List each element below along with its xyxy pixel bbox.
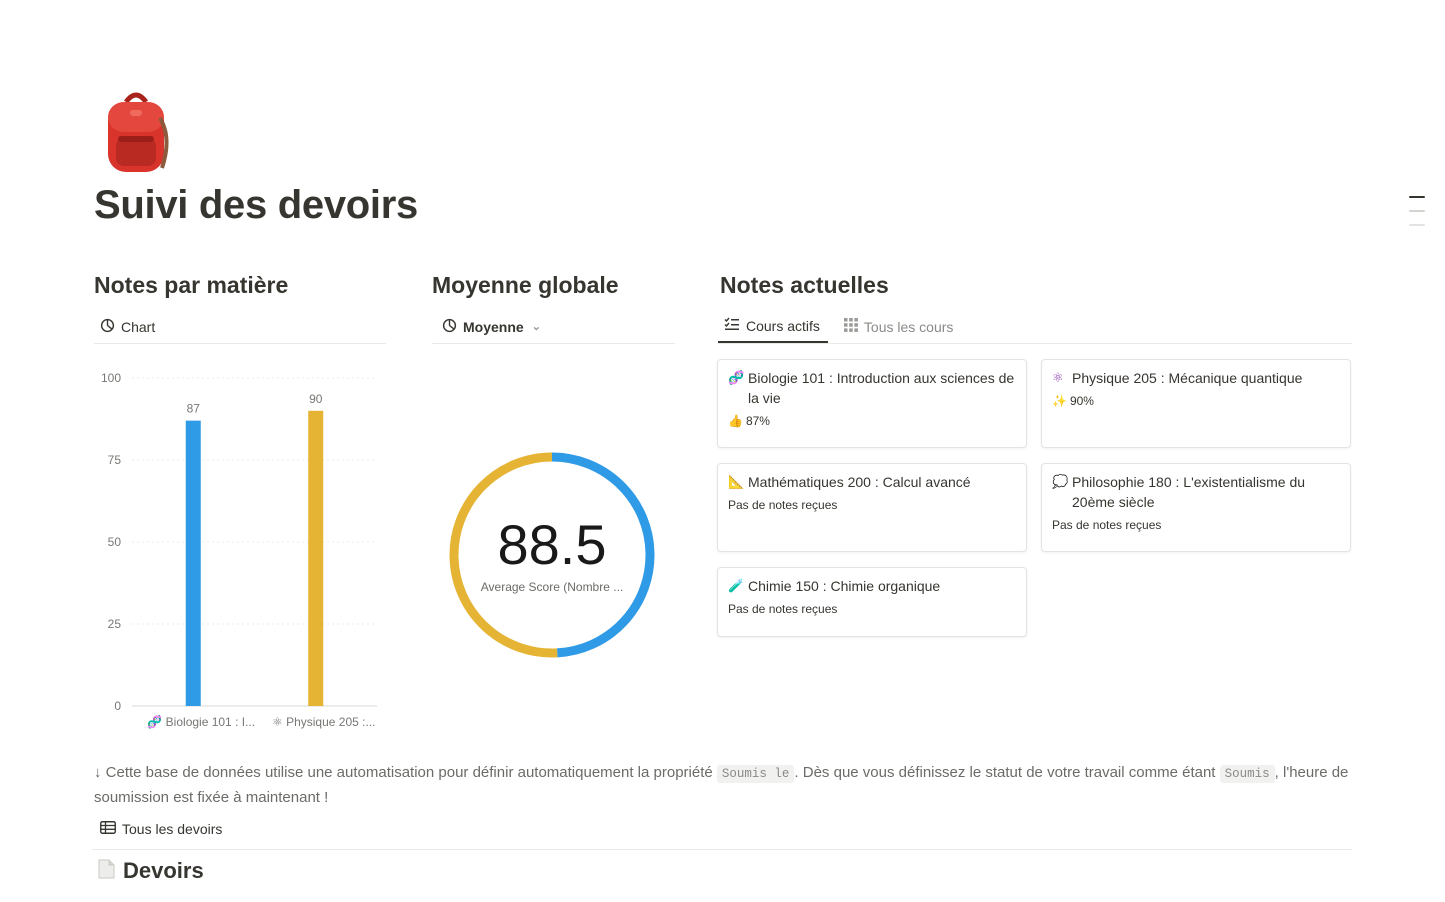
database-view-label: Tous les devoirs [122, 821, 223, 837]
chart-icon [100, 318, 115, 336]
section-heading: Moyenne globale [432, 272, 619, 298]
property-code: Soumis le [716, 765, 795, 783]
x-tick-label: ⚛ Physique 205 :... [272, 715, 375, 729]
tab-cours-actifs[interactable]: Cours actifs [718, 310, 828, 343]
course-card-physique[interactable]: ⚛ Physique 205 : Mécanique quantique ✨ 90% [1041, 359, 1351, 448]
bar-chart: 0 25 50 75 100 87 🧬 Biologie 101 : I... 90 ⚛ Phy… [101, 371, 377, 729]
page-title: Suivi des devoirs [94, 183, 418, 227]
course-card-philosophie[interactable]: 💭 Philosophie 180 : L'existentialisme du … [1041, 463, 1351, 552]
atom-icon: ⚛ [1052, 370, 1064, 385]
chart-icon [442, 318, 457, 336]
course-grade: 87% [745, 414, 770, 428]
sparkles-icon: ✨ [1052, 394, 1067, 408]
bar-value-label: 87 [187, 402, 201, 416]
status-code: Soumis [1219, 765, 1275, 783]
course-grade: Pas de notes reçues [728, 498, 838, 512]
thought-bubble-icon: 💭 [1052, 474, 1069, 489]
bar [185, 420, 201, 706]
y-tick-label: 0 [114, 699, 121, 713]
checklist-icon [724, 317, 740, 334]
course-grade: Pas de notes reçues [728, 602, 838, 616]
table-of-contents-indicator[interactable] [1409, 196, 1427, 238]
database-heading: Devoirs [123, 858, 204, 883]
current-grades-section: Notes actuelles Cours actifs Tous les co… [718, 270, 1352, 344]
course-title: Mathématiques 200 : Calcul avancé [748, 474, 971, 490]
y-tick-label: 75 [108, 453, 122, 467]
table-icon [100, 821, 116, 837]
test-tube-icon: 🧪 [728, 578, 745, 593]
x-tick-label: 🧬 Biologie 101 : I... [147, 714, 255, 729]
tab-tous-les-cours[interactable]: Tous les cours [843, 310, 954, 343]
tab-label: Cours actifs [746, 317, 820, 334]
tab-chart[interactable]: Chart [94, 310, 155, 343]
section-heading: Notes par matière [94, 272, 289, 298]
course-card-chimie[interactable]: 🧪 Chimie 150 : Chimie organique Pas de no… [717, 567, 1027, 637]
course-card-biologie[interactable]: 🧬 Biologie 101 : Introduction aux science… [717, 359, 1027, 448]
database-view-tab[interactable]: Tous les devoirs [100, 821, 222, 837]
overall-average-section: Moyenne globale Moyenne ⌄ [432, 270, 675, 344]
grid-icon [843, 318, 858, 335]
y-tick-label: 25 [108, 617, 122, 631]
course-title: Chimie 150 : Chimie organique [748, 578, 941, 594]
chevron-down-icon[interactable]: ⌄ [532, 320, 541, 333]
average-view-bar: Moyenne ⌄ [432, 310, 675, 344]
average-value: 88.5 [497, 513, 607, 576]
y-tick-label: 100 [101, 371, 121, 385]
bar [308, 410, 324, 706]
tab-label: Chart [121, 318, 156, 335]
tab-moyenne[interactable]: Moyenne ⌄ [432, 310, 541, 343]
course-title: Biologie 101 : Introduction aux sciences… [748, 370, 1015, 406]
section-heading: Notes actuelles [720, 272, 889, 298]
database-title[interactable]: Devoirs [98, 858, 204, 884]
donut-center: 88.5 Average Score (Nombre ... [442, 512, 662, 594]
course-grade: 90% [1069, 394, 1094, 408]
thumbs-up-icon: 👍 [728, 414, 743, 428]
tab-label: Tous les cours [863, 318, 954, 335]
chart-view-bar: Chart [94, 310, 386, 344]
automation-description: ↓ Cette base de données utilise une auto… [94, 764, 1349, 806]
divider [92, 849, 1352, 850]
backpack-icon[interactable] [100, 88, 172, 176]
course-grade: Pas de notes reçues [1052, 518, 1162, 532]
grades-view-tabs: Cours actifs Tous les cours [718, 310, 1352, 344]
average-caption: Average Score (Nombre ... [480, 580, 624, 594]
tab-label: Moyenne [463, 318, 524, 335]
y-tick-label: 50 [108, 535, 122, 549]
course-title: Physique 205 : Mécanique quantique [1072, 370, 1303, 386]
ruler-icon: 📐 [728, 474, 745, 489]
bar-value-label: 90 [309, 392, 323, 406]
dna-icon: 🧬 [728, 370, 745, 385]
page-icon [98, 859, 115, 884]
grades-by-subject-section: Notes par matière Chart [94, 270, 386, 344]
course-card-mathematiques[interactable]: 📐 Mathématiques 200 : Calcul avancé Pas d… [717, 463, 1027, 552]
course-title: Philosophie 180 : L'existentialisme du 2… [1072, 474, 1306, 510]
